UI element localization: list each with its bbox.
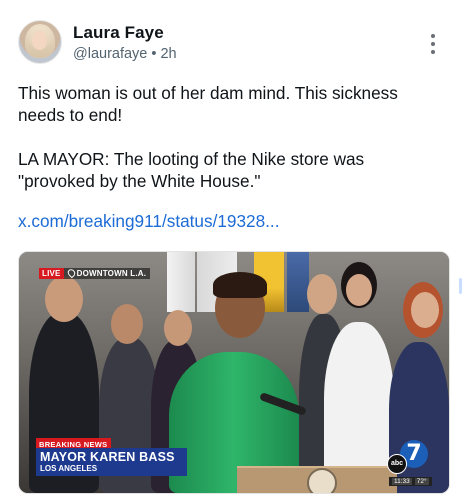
person-right-3-face xyxy=(411,292,439,328)
post-text-paragraph-1: This woman is out of her dam mind. This … xyxy=(18,83,398,125)
avatar[interactable] xyxy=(18,20,62,64)
person-left-2-head xyxy=(111,304,143,344)
flag-right xyxy=(287,252,309,312)
mayor-hair xyxy=(213,272,267,298)
time-temperature: 11:33 72° xyxy=(389,477,432,486)
meta-separator: • xyxy=(151,46,157,62)
live-label: LIVE xyxy=(39,267,64,279)
scrollbar-thumb[interactable] xyxy=(459,278,462,294)
author-handle[interactable]: @laurafaye xyxy=(73,46,147,62)
person-right-1-head xyxy=(307,274,337,314)
chyron-title: MAYOR KAREN BASS xyxy=(40,450,175,464)
temperature: 72° xyxy=(414,478,429,485)
person-right-2-face xyxy=(346,274,372,306)
person-left-1-head xyxy=(45,276,83,322)
author-name[interactable]: Laura Faye xyxy=(73,23,164,43)
live-badge: LIVE DOWNTOWN L.A. xyxy=(39,267,151,279)
post-text-paragraph-2: LA MAYOR: The looting of the Nike store … xyxy=(18,149,365,191)
post-meta: @laurafaye • 2h xyxy=(73,46,177,62)
chyron-subtitle: LOS ANGELES xyxy=(40,464,98,473)
abc7-logo: 7 abc xyxy=(387,440,428,474)
video-thumbnail[interactable]: LIVE DOWNTOWN L.A. BREAKING NEWS MAYOR K… xyxy=(18,251,450,494)
more-options-icon[interactable] xyxy=(425,34,441,56)
city-seal xyxy=(307,468,337,493)
location-text: DOWNTOWN L.A. xyxy=(76,268,147,278)
post-text: This woman is out of her dam mind. This … xyxy=(18,82,438,214)
flag-left xyxy=(167,252,195,312)
post-card[interactable]: Laura Faye @laurafaye • 2h This woman is o… xyxy=(0,0,465,500)
avatar-face xyxy=(32,31,47,50)
location-pin-icon xyxy=(65,267,77,279)
clock: 11:33 xyxy=(392,478,412,485)
network-label: abc xyxy=(387,454,407,474)
chyron: MAYOR KAREN BASS LOS ANGELES xyxy=(36,448,187,476)
post-link[interactable]: x.com/breaking911/status/19328... xyxy=(18,211,279,232)
post-time[interactable]: 2h xyxy=(160,46,176,62)
location-label: DOWNTOWN L.A. xyxy=(63,267,151,279)
person-left-3-head xyxy=(164,310,192,346)
